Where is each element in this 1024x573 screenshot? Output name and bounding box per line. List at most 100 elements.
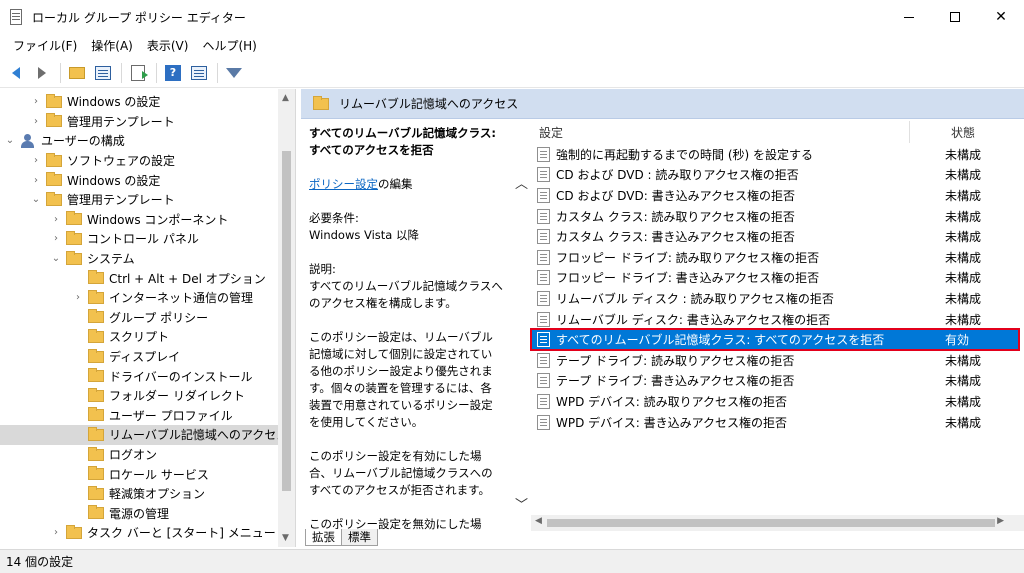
tree-item[interactable]: › ソフトウェアの設定 [0, 151, 175, 171]
chevron-down-icon[interactable]: ﹀ [515, 494, 528, 513]
show-hide-tree-button[interactable] [91, 61, 115, 85]
properties-button[interactable] [187, 61, 211, 85]
tree-item-label: ユーザーの構成 [41, 134, 125, 149]
tab-standard[interactable]: 標準 [341, 529, 378, 546]
maximize-button[interactable] [932, 0, 978, 34]
expand-icon[interactable]: › [30, 155, 42, 166]
tree-item[interactable]: フォルダー リダイレクト [0, 386, 245, 406]
help-button[interactable]: ? [161, 61, 185, 85]
policy-row[interactable]: CD および DVD : 読み取りアクセス権の拒否 未構成 [531, 165, 1019, 186]
list-header: 設定 状態 [531, 121, 1024, 143]
tree-item[interactable]: ユーザー プロファイル [0, 406, 233, 426]
menu-view[interactable]: 表示(V) [140, 34, 196, 58]
expand-icon[interactable]: › [30, 96, 42, 107]
menu-action[interactable]: 操作(A) [84, 34, 140, 58]
tree-item[interactable]: 電源の管理 [0, 504, 169, 524]
toolbar-separator [60, 62, 61, 83]
tree-item-label: ユーザー プロファイル [109, 408, 233, 423]
policy-row[interactable]: すべてのリムーバブル記憶域クラス: すべてのアクセスを拒否 有効 [530, 328, 1020, 351]
tree-item[interactable]: ⌄ システム [0, 249, 135, 269]
policy-setting-icon [537, 414, 550, 430]
tree-item[interactable]: スクリプト [0, 327, 169, 347]
minimize-button[interactable] [886, 0, 932, 34]
policy-setting-icon [537, 187, 550, 203]
description-para: このポリシー設定を有効にした場合、リムーバブル記憶域クラスへのすべてのアクセスが… [309, 449, 493, 497]
status-text: 14 個の設定 [6, 555, 74, 569]
folder-icon [88, 407, 104, 422]
policy-row[interactable]: テープ ドライブ: 読み取りアクセス権の拒否 未構成 [531, 350, 1019, 371]
expand-icon[interactable]: › [30, 116, 42, 127]
tree-item[interactable]: ドライバーのインストール [0, 366, 253, 386]
close-button[interactable]: ✕ [978, 0, 1024, 34]
expand-icon[interactable]: › [50, 233, 62, 244]
policy-row[interactable]: リムーバブル ディスク : 読み取りアクセス権の拒否 未構成 [531, 288, 1019, 309]
tree-item[interactable]: リムーバブル記憶域へのアクセス [0, 425, 289, 445]
tree-scroll-thumb[interactable] [282, 151, 291, 491]
folder-icon [66, 211, 82, 226]
policy-row[interactable]: 強制的に再起動するまでの時間 (秒) を設定する 未構成 [531, 144, 1019, 165]
expand-icon[interactable]: › [72, 292, 84, 303]
tree-item[interactable]: ⌄ 管理用テンプレート [0, 190, 175, 210]
tree-item[interactable]: › コントロール パネル [0, 229, 199, 249]
tab-extended[interactable]: 拡張 [305, 529, 342, 546]
scroll-left-icon[interactable]: ◀ [535, 516, 542, 526]
policy-name: すべてのリムーバブル記憶域クラス: すべてのアクセスを拒否 [556, 333, 885, 348]
expand-icon[interactable]: › [50, 214, 62, 225]
policy-state: 未構成 [945, 250, 982, 265]
policy-row[interactable]: テープ ドライブ: 書き込みアクセス権の拒否 未構成 [531, 371, 1019, 392]
scroll-down-icon[interactable]: ▼ [282, 533, 289, 543]
tree-item[interactable]: › Windows コンポーネント [0, 210, 228, 230]
up-folder-button[interactable] [65, 61, 89, 85]
tree-item[interactable]: ロケール サービス [0, 464, 209, 484]
details-pane: リムーバブル記憶域へのアクセス すべてのリムーバブル記憶域クラス: すべてのアク… [301, 89, 1024, 547]
policy-row[interactable]: リムーバブル ディスク: 書き込みアクセス権の拒否 未構成 [531, 309, 1019, 330]
collapse-icon[interactable]: ⌄ [30, 194, 42, 205]
tree-scrollbar[interactable]: ▲ ▼ [278, 89, 295, 547]
list-hscrollbar[interactable]: ◀ ▶ [531, 515, 1024, 531]
tree-item-label: タスク バーと [スタート] メニュー [87, 526, 276, 541]
policy-name: リムーバブル ディスク : 読み取りアクセス権の拒否 [556, 291, 834, 306]
tree-item[interactable]: › 管理用テンプレート [0, 112, 175, 132]
policy-state: 未構成 [945, 230, 982, 245]
collapse-icon[interactable]: ⌄ [50, 253, 62, 264]
menu-help[interactable]: ヘルプ(H) [195, 34, 263, 58]
policy-name: WPD デバイス: 読み取りアクセス権の拒否 [556, 394, 788, 409]
export-list-button[interactable] [126, 61, 150, 85]
policy-row[interactable]: カスタム クラス: 読み取りアクセス権の拒否 未構成 [531, 206, 1019, 227]
back-button[interactable] [4, 61, 28, 85]
scroll-right-icon[interactable]: ▶ [997, 516, 1004, 526]
policy-row[interactable]: カスタム クラス: 書き込みアクセス権の拒否 未構成 [531, 226, 1019, 247]
policy-row[interactable]: WPD デバイス: 読み取りアクセス権の拒否 未構成 [531, 391, 1019, 412]
policy-row[interactable]: フロッピー ドライブ: 読み取りアクセス権の拒否 未構成 [531, 247, 1019, 268]
tree-item[interactable]: Ctrl + Alt + Del オプション [0, 268, 266, 288]
policy-row[interactable]: フロッピー ドライブ: 書き込みアクセス権の拒否 未構成 [531, 268, 1019, 289]
column-state[interactable]: 状態 [951, 124, 975, 141]
description-scrollbar[interactable]: ︿ ﹀ [513, 173, 529, 513]
expand-icon[interactable]: › [50, 527, 62, 538]
policy-state: 未構成 [945, 209, 982, 224]
policy-row[interactable]: WPD デバイス: 書き込みアクセス権の拒否 未構成 [531, 412, 1019, 433]
tree-item[interactable]: › タスク バーと [スタート] メニュー [0, 523, 276, 543]
tree-item[interactable]: › Windows の設定 [0, 92, 160, 112]
tree-item[interactable]: グループ ポリシー [0, 308, 208, 328]
scroll-up-icon[interactable]: ▲ [282, 93, 289, 103]
minimize-icon [904, 16, 914, 18]
tree-item[interactable]: ディスプレイ [0, 347, 180, 367]
edit-policy-link[interactable]: ポリシー設定 [309, 177, 378, 191]
tree-item[interactable]: › インターネット通信の管理 [0, 288, 253, 308]
tree-item[interactable]: › Windows の設定 [0, 170, 160, 190]
list-scroll-thumb[interactable] [547, 519, 995, 527]
tree-item[interactable]: ⌄ ユーザーの構成 [0, 131, 125, 151]
expand-icon[interactable]: › [30, 175, 42, 186]
chevron-up-icon[interactable]: ︿ [515, 173, 528, 192]
policy-row[interactable]: CD および DVD: 書き込みアクセス権の拒否 未構成 [531, 185, 1019, 206]
tree-item[interactable]: 軽減策オプション [0, 484, 205, 504]
filter-button[interactable] [222, 61, 246, 85]
column-divider[interactable] [909, 121, 910, 143]
tree-item[interactable]: ログオン [0, 445, 157, 465]
forward-button[interactable] [30, 61, 54, 85]
menu-file[interactable]: ファイル(F) [6, 34, 84, 58]
policy-name: フロッピー ドライブ: 読み取りアクセス権の拒否 [556, 250, 820, 265]
collapse-icon[interactable]: ⌄ [4, 135, 16, 146]
column-setting[interactable]: 設定 [539, 124, 563, 141]
